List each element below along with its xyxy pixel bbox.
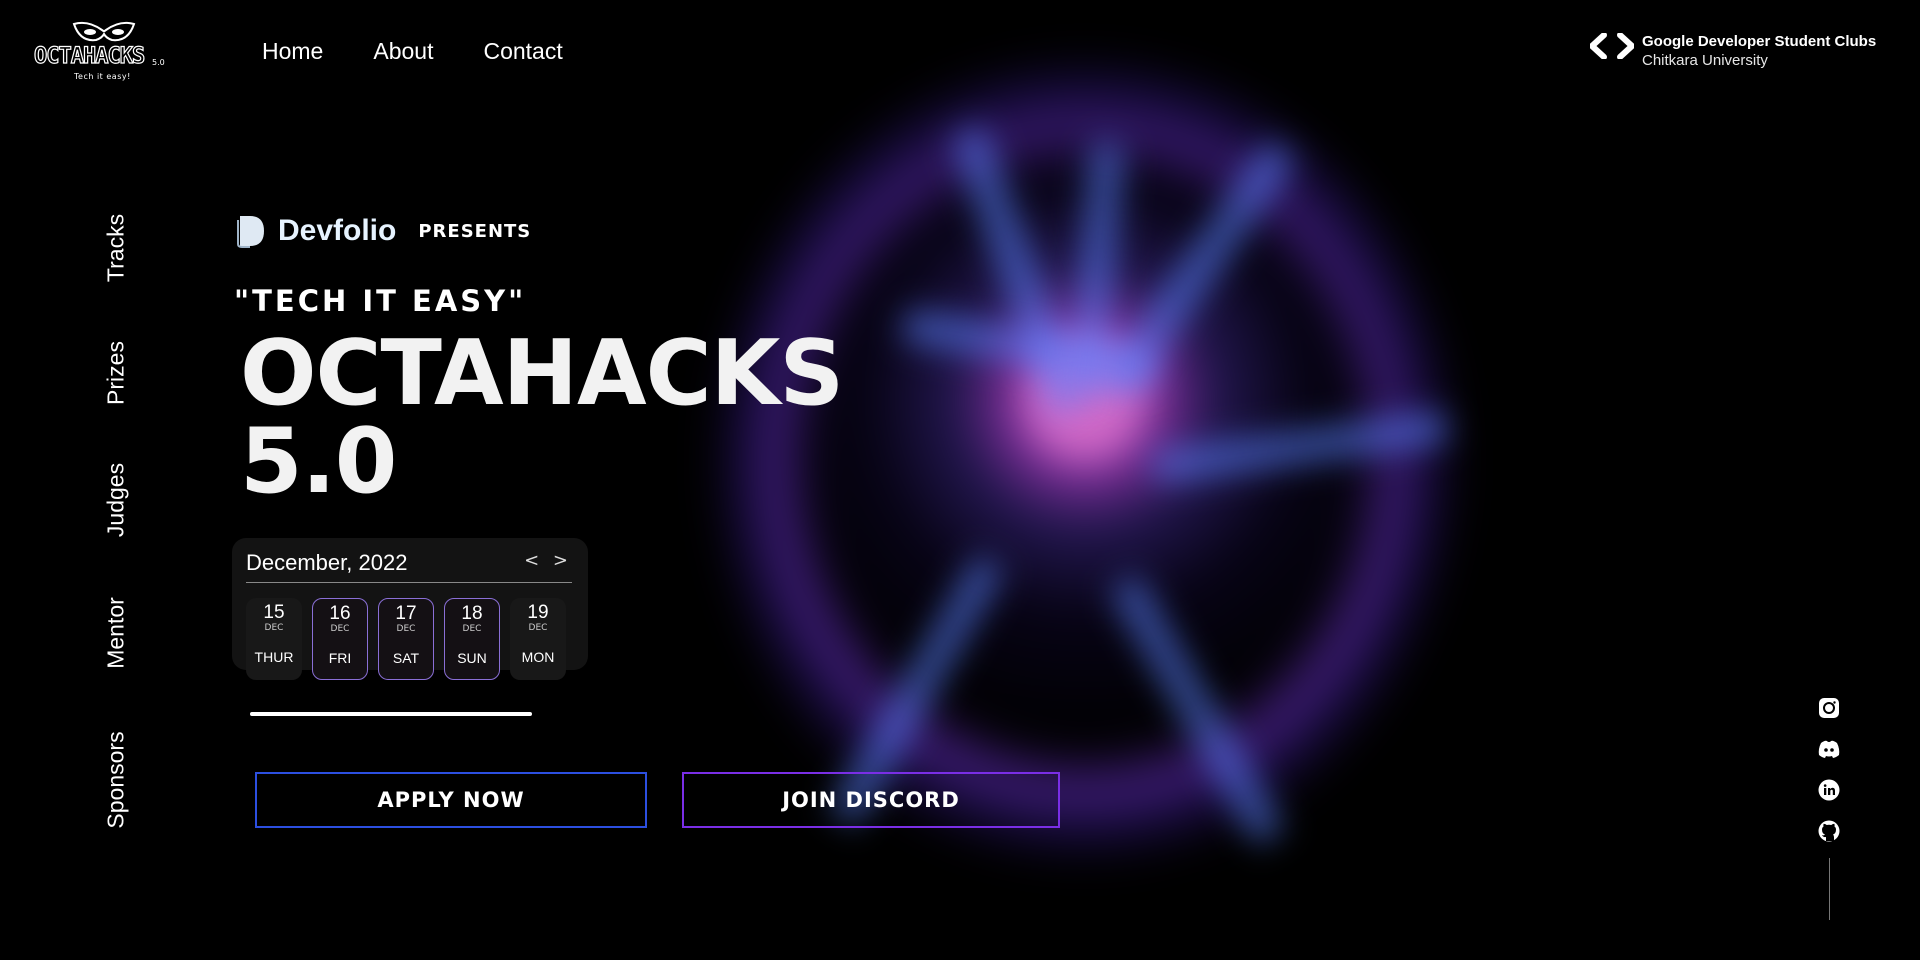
calendar-days: 15 DEC THUR 16 DEC FRI 17 DEC SAT 18 DEC… [246, 598, 566, 680]
side-nav-label: Mentor [102, 597, 129, 669]
day-number: 18 [461, 603, 483, 624]
devfolio-presents: Devfolio PRESENTS [236, 214, 531, 248]
calendar-day-16[interactable]: 16 DEC FRI [312, 598, 368, 680]
day-weekday: SAT [392, 650, 420, 666]
presents-label: PRESENTS [418, 220, 532, 242]
side-nav-judges[interactable]: Judges [96, 440, 136, 560]
logo-tagline: Tech it easy! [74, 72, 131, 81]
logo-text: OCTAHACKS [33, 43, 145, 69]
octahacks-logo[interactable]: OCTAHACKS 5.0 Tech it easy! [33, 20, 169, 84]
linkedin-icon[interactable] [1818, 779, 1840, 801]
github-icon[interactable] [1818, 820, 1840, 842]
devfolio-icon [237, 216, 264, 248]
day-weekday: FRI [328, 650, 352, 666]
day-number: 17 [395, 603, 417, 624]
day-weekday: SUN [457, 650, 487, 666]
side-nav-label: Prizes [102, 341, 129, 405]
social-divider-line [1829, 858, 1830, 920]
calendar-day-19[interactable]: 19 DEC MON [510, 598, 566, 680]
logo-version: 5.0 [152, 58, 165, 67]
mask-icon [72, 21, 136, 42]
side-nav-prizes[interactable]: Prizes [96, 313, 136, 433]
calendar-day-15[interactable]: 15 DEC THUR [246, 598, 302, 680]
hero-title: OCTAHACKS 5.0 [240, 321, 844, 514]
discord-icon[interactable] [1818, 738, 1840, 760]
side-nav-sponsors[interactable]: Sponsors [96, 720, 136, 840]
gdsc-partner-badge[interactable]: Google Developer Student Clubs Chitkara … [1590, 33, 1876, 70]
day-month: DEC [264, 623, 284, 633]
gdsc-name: Google Developer Student Clubs [1642, 33, 1877, 50]
calendar-day-17[interactable]: 17 DEC SAT [378, 598, 434, 680]
side-nav-label: Judges [102, 462, 129, 538]
calendar-arrows-icon[interactable]: < > [524, 550, 572, 571]
hero-title-line1: OCTAHACKS [240, 321, 844, 426]
hero-tagline: "TECH IT EASY" [234, 284, 527, 318]
side-nav-label: Tracks [102, 213, 129, 283]
hero-underline [250, 712, 532, 716]
day-number: 19 [527, 602, 549, 623]
side-nav-mentor[interactable]: Mentor [96, 573, 136, 693]
side-nav-label: Sponsors [102, 731, 129, 829]
gdsc-university: Chitkara University [1642, 52, 1768, 69]
devfolio-name: Devfolio [278, 214, 397, 247]
day-month: DEC [462, 624, 482, 634]
day-month: DEC [528, 623, 548, 633]
side-nav-tracks[interactable]: Tracks [96, 188, 136, 308]
join-discord-button[interactable]: JOIN DISCORD [682, 772, 1060, 828]
event-calendar: December, 2022 < > 15 DEC THUR 16 DEC FR… [232, 538, 588, 680]
instagram-icon[interactable] [1818, 697, 1840, 719]
calendar-day-18[interactable]: 18 DEC SUN [444, 598, 500, 680]
gdsc-icon [1590, 33, 1634, 59]
nav-home[interactable]: Home [262, 38, 323, 65]
nav-about[interactable]: About [373, 38, 433, 65]
day-weekday: THUR [254, 649, 294, 665]
day-month: DEC [330, 624, 350, 634]
day-number: 15 [263, 602, 285, 623]
nav-contact[interactable]: Contact [483, 38, 562, 65]
calendar-divider [246, 582, 572, 583]
hero-title-line2: 5.0 [240, 409, 397, 514]
day-month: DEC [396, 624, 416, 634]
apply-now-button[interactable]: APPLY NOW [255, 772, 647, 828]
day-number: 16 [329, 603, 351, 624]
top-nav: Home About Contact [262, 38, 563, 65]
calendar-month: December, 2022 [246, 550, 408, 575]
day-weekday: MON [521, 649, 555, 665]
